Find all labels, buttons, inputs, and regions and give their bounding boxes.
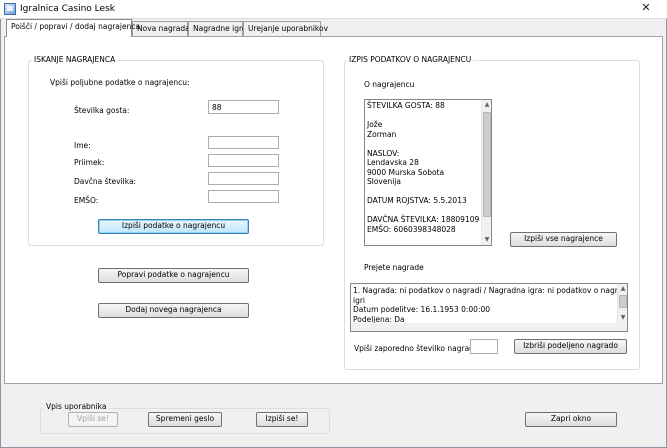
award-line: igri	[353, 295, 366, 305]
award-number-label: Vpiši zaporedno številko nagrade:	[354, 344, 482, 353]
add-awardee-button[interactable]: Dodaj novega nagrajenca	[98, 303, 249, 318]
change-password-button[interactable]: Spremeni geslo	[148, 412, 222, 427]
tab-new-award[interactable]: Nova nagrada	[132, 21, 190, 36]
details-line: Jože	[367, 120, 383, 129]
login-button[interactable]: Vpiši se!	[68, 412, 118, 427]
details-line: DATUM ROJSTVA: 5.5.2013	[367, 196, 467, 205]
details-line: NASLOV:	[367, 148, 400, 158]
tab-award-games[interactable]: Nagradne igre	[188, 21, 247, 36]
details-line	[367, 187, 479, 197]
awards-text: 1. Nagrada: ni podatkov o nagradi / Nagr…	[353, 286, 628, 324]
app-icon	[4, 3, 16, 15]
logout-button[interactable]: Izpiši se!	[256, 412, 308, 427]
user-group-title: Vpis uporabnika	[44, 402, 109, 412]
award-number-input[interactable]	[470, 339, 498, 354]
last-name-input[interactable]	[208, 154, 279, 167]
scroll-down-icon[interactable]: ▼	[482, 235, 491, 245]
print-all-awardees-button[interactable]: Izpiši vse nagrajence	[510, 232, 617, 247]
first-name-input[interactable]	[208, 136, 279, 149]
details-scrollbar[interactable]: ▲ ▼	[481, 100, 491, 245]
emso-label: EMŠO:	[74, 196, 99, 205]
awardee-details-listbox[interactable]: ŠTEVILKA GOSTA: 88 Jože Zorman NASLOV: Lenda…	[364, 99, 492, 246]
award-line: 1. Nagrada: ni podatkov o nagradi / Nagr…	[353, 286, 628, 295]
details-line	[367, 111, 479, 121]
close-icon: ✕	[641, 1, 651, 14]
details-line: Slovenija	[367, 177, 402, 186]
awardee-details-text: ŠTEVILKA GOSTA: 88 Jože Zorman NASLOV: Lenda…	[367, 101, 479, 234]
guest-number-input[interactable]	[208, 100, 279, 114]
tax-number-input[interactable]	[208, 172, 279, 185]
delete-award-button[interactable]: Izbriši podeljeno nagrado	[514, 339, 627, 354]
print-awardee-button[interactable]: Izpiši podatke o nagrajencu	[98, 219, 249, 234]
search-group-title: ISKANJE NAGRAJENCA	[32, 55, 118, 65]
awards-label: Prejete nagrade	[364, 263, 424, 272]
details-line	[367, 206, 479, 216]
awards-scroll-down-icon[interactable]: ▼	[618, 313, 627, 323]
details-line: 9000 Murska Sobota	[367, 167, 445, 177]
details-line: EMŠO: 6060398348028	[367, 224, 456, 234]
about-label: O nagrajencu	[364, 80, 415, 89]
last-name-label: Priimek:	[74, 158, 105, 167]
awards-hscrollbar[interactable]	[351, 323, 627, 331]
awards-scroll-up-icon[interactable]: ▲	[618, 284, 627, 294]
tab-find-edit-add[interactable]: Poišči / popravi / dodaj nagrajenca	[6, 19, 140, 37]
edit-awardee-button[interactable]: Popravi podatke o nagrajencu	[98, 268, 249, 283]
scroll-thumb[interactable]	[483, 112, 491, 217]
title-bar: Igralnica Casino Lesk ✕	[0, 0, 667, 19]
details-line: ŠTEVILKA GOSTA: 88	[367, 101, 445, 110]
awards-listbox[interactable]: 1. Nagrada: ni podatkov o nagradi / Nagr…	[350, 283, 628, 332]
guest-number-label: Številka gosta:	[74, 106, 130, 115]
tab-user-management[interactable]: Urejanje uporabnikov	[243, 21, 328, 36]
close-window-button[interactable]: Zapri okno	[525, 412, 617, 427]
first-name-label: Ime:	[74, 141, 91, 150]
details-line: DAVČNA ŠTEVILKA: 18809109	[367, 215, 480, 224]
scroll-up-icon[interactable]: ▲	[482, 100, 491, 110]
details-line: Zorman	[367, 129, 397, 139]
tax-number-label: Davčna številka:	[74, 177, 137, 186]
award-line: Datum podelitve: 16.1.1953 0:00:00	[353, 305, 491, 314]
details-line: Lendavska 28	[367, 158, 419, 167]
window-close-button[interactable]: ✕	[628, 0, 664, 17]
window-title: Igralnica Casino Lesk	[20, 4, 115, 14]
details-line	[367, 139, 479, 149]
search-instruction: Vpiši poljubne podatke o nagrajencu:	[50, 78, 190, 87]
awards-scroll-thumb[interactable]	[619, 295, 627, 308]
emso-input[interactable]	[208, 190, 279, 203]
details-group-title: IZPIS PODATKOV O NAGRAJENCU	[347, 55, 474, 65]
awards-scrollbar[interactable]: ▲ ▼	[617, 284, 627, 323]
